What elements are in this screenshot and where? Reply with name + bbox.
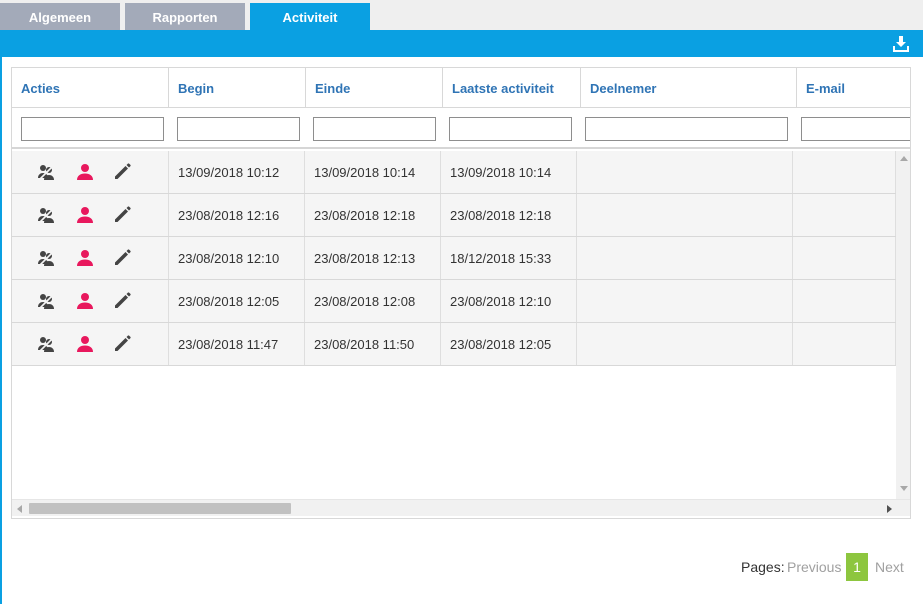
cell-laatste-activiteit: 23/08/2018 12:05	[441, 323, 577, 365]
header-row: Acties Begin Einde Laatste activiteit De…	[12, 68, 910, 108]
previous-page-link[interactable]: Previous	[787, 559, 841, 575]
cell-begin: 23/08/2018 12:16	[169, 194, 305, 236]
filter-acties-input[interactable]	[21, 117, 164, 141]
vertical-scrollbar[interactable]	[896, 151, 910, 499]
horizontal-scrollbar[interactable]	[12, 499, 910, 516]
cell-email	[793, 194, 896, 236]
tab-algemeen[interactable]: Algemeen	[0, 3, 120, 31]
tab-activiteit[interactable]: Activiteit	[250, 3, 370, 31]
cell-deelnemer	[577, 194, 793, 236]
next-page-link[interactable]: Next	[875, 559, 904, 575]
cell-acties	[12, 194, 169, 236]
cell-email	[793, 280, 896, 322]
filter-email-input[interactable]	[801, 117, 910, 141]
cell-begin: 23/08/2018 12:10	[169, 237, 305, 279]
scroll-right-icon[interactable]	[887, 505, 892, 513]
scroll-left-icon[interactable]	[17, 505, 22, 513]
pencil-icon[interactable]	[112, 162, 132, 182]
page-1-button[interactable]: 1	[846, 553, 868, 581]
pencil-icon[interactable]	[112, 248, 132, 268]
filter-laatste-activiteit-input[interactable]	[449, 117, 572, 141]
filter-deelnemer-input[interactable]	[585, 117, 788, 141]
cell-einde: 23/08/2018 11:50	[305, 323, 441, 365]
column-header-begin[interactable]: Begin	[169, 68, 306, 108]
cell-acties	[12, 151, 169, 193]
pages-label: Pages:	[741, 559, 785, 575]
cell-acties	[12, 280, 169, 322]
left-border	[0, 57, 2, 604]
users-icon[interactable]	[36, 334, 56, 354]
column-header-einde[interactable]: Einde	[306, 68, 443, 108]
table-row[interactable]: 23/08/2018 12:10 23/08/2018 12:13 18/12/20…	[12, 237, 896, 280]
table-row[interactable]: 23/08/2018 12:05 23/08/2018 12:08 23/08/20…	[12, 280, 896, 323]
pencil-icon[interactable]	[112, 205, 132, 225]
person-icon[interactable]	[75, 291, 95, 311]
cell-email	[793, 323, 896, 365]
cell-deelnemer	[577, 237, 793, 279]
person-icon[interactable]	[75, 334, 95, 354]
grid-body: 13/09/2018 10:12 13/09/2018 10:14 13/09/20…	[12, 151, 896, 499]
table-row[interactable]: 23/08/2018 12:16 23/08/2018 12:18 23/08/20…	[12, 194, 896, 237]
cell-laatste-activiteit: 23/08/2018 12:10	[441, 280, 577, 322]
cell-deelnemer	[577, 151, 793, 193]
table-row[interactable]: 23/08/2018 11:47 23/08/2018 11:50 23/08/20…	[12, 323, 896, 366]
cell-einde: 23/08/2018 12:13	[305, 237, 441, 279]
pencil-icon[interactable]	[112, 291, 132, 311]
cell-laatste-activiteit: 13/09/2018 10:14	[441, 151, 577, 193]
person-icon[interactable]	[75, 248, 95, 268]
scroll-down-icon[interactable]	[900, 486, 908, 491]
cell-einde: 23/08/2018 12:08	[305, 280, 441, 322]
cell-acties	[12, 323, 169, 365]
table-row[interactable]: 13/09/2018 10:12 13/09/2018 10:14 13/09/20…	[12, 151, 896, 194]
toolbar	[0, 30, 923, 57]
users-icon[interactable]	[36, 205, 56, 225]
activity-grid: Acties Begin Einde Laatste activiteit De…	[11, 67, 911, 519]
filter-begin-input[interactable]	[177, 117, 300, 141]
person-icon[interactable]	[75, 162, 95, 182]
cell-einde: 23/08/2018 12:18	[305, 194, 441, 236]
column-header-email[interactable]: E-mail	[797, 68, 910, 108]
cell-laatste-activiteit: 18/12/2018 15:33	[441, 237, 577, 279]
cell-laatste-activiteit: 23/08/2018 12:18	[441, 194, 577, 236]
column-header-laatste-activiteit[interactable]: Laatste activiteit	[443, 68, 581, 108]
filter-row	[12, 109, 910, 149]
tab-rapporten[interactable]: Rapporten	[125, 3, 245, 31]
pencil-icon[interactable]	[112, 334, 132, 354]
cell-einde: 13/09/2018 10:14	[305, 151, 441, 193]
cell-acties	[12, 237, 169, 279]
users-icon[interactable]	[36, 248, 56, 268]
cell-email	[793, 151, 896, 193]
filter-einde-input[interactable]	[313, 117, 436, 141]
cell-begin: 23/08/2018 12:05	[169, 280, 305, 322]
scroll-up-icon[interactable]	[900, 156, 908, 161]
tab-bar: Algemeen Rapporten Activiteit	[0, 0, 923, 31]
column-header-deelnemer[interactable]: Deelnemer	[581, 68, 797, 108]
cell-email	[793, 237, 896, 279]
cell-begin: 13/09/2018 10:12	[169, 151, 305, 193]
users-icon[interactable]	[36, 162, 56, 182]
download-icon[interactable]	[892, 35, 910, 53]
column-header-acties[interactable]: Acties	[12, 68, 169, 108]
person-icon[interactable]	[75, 205, 95, 225]
cell-deelnemer	[577, 280, 793, 322]
horizontal-scroll-thumb[interactable]	[29, 503, 291, 514]
users-icon[interactable]	[36, 291, 56, 311]
cell-deelnemer	[577, 323, 793, 365]
cell-begin: 23/08/2018 11:47	[169, 323, 305, 365]
